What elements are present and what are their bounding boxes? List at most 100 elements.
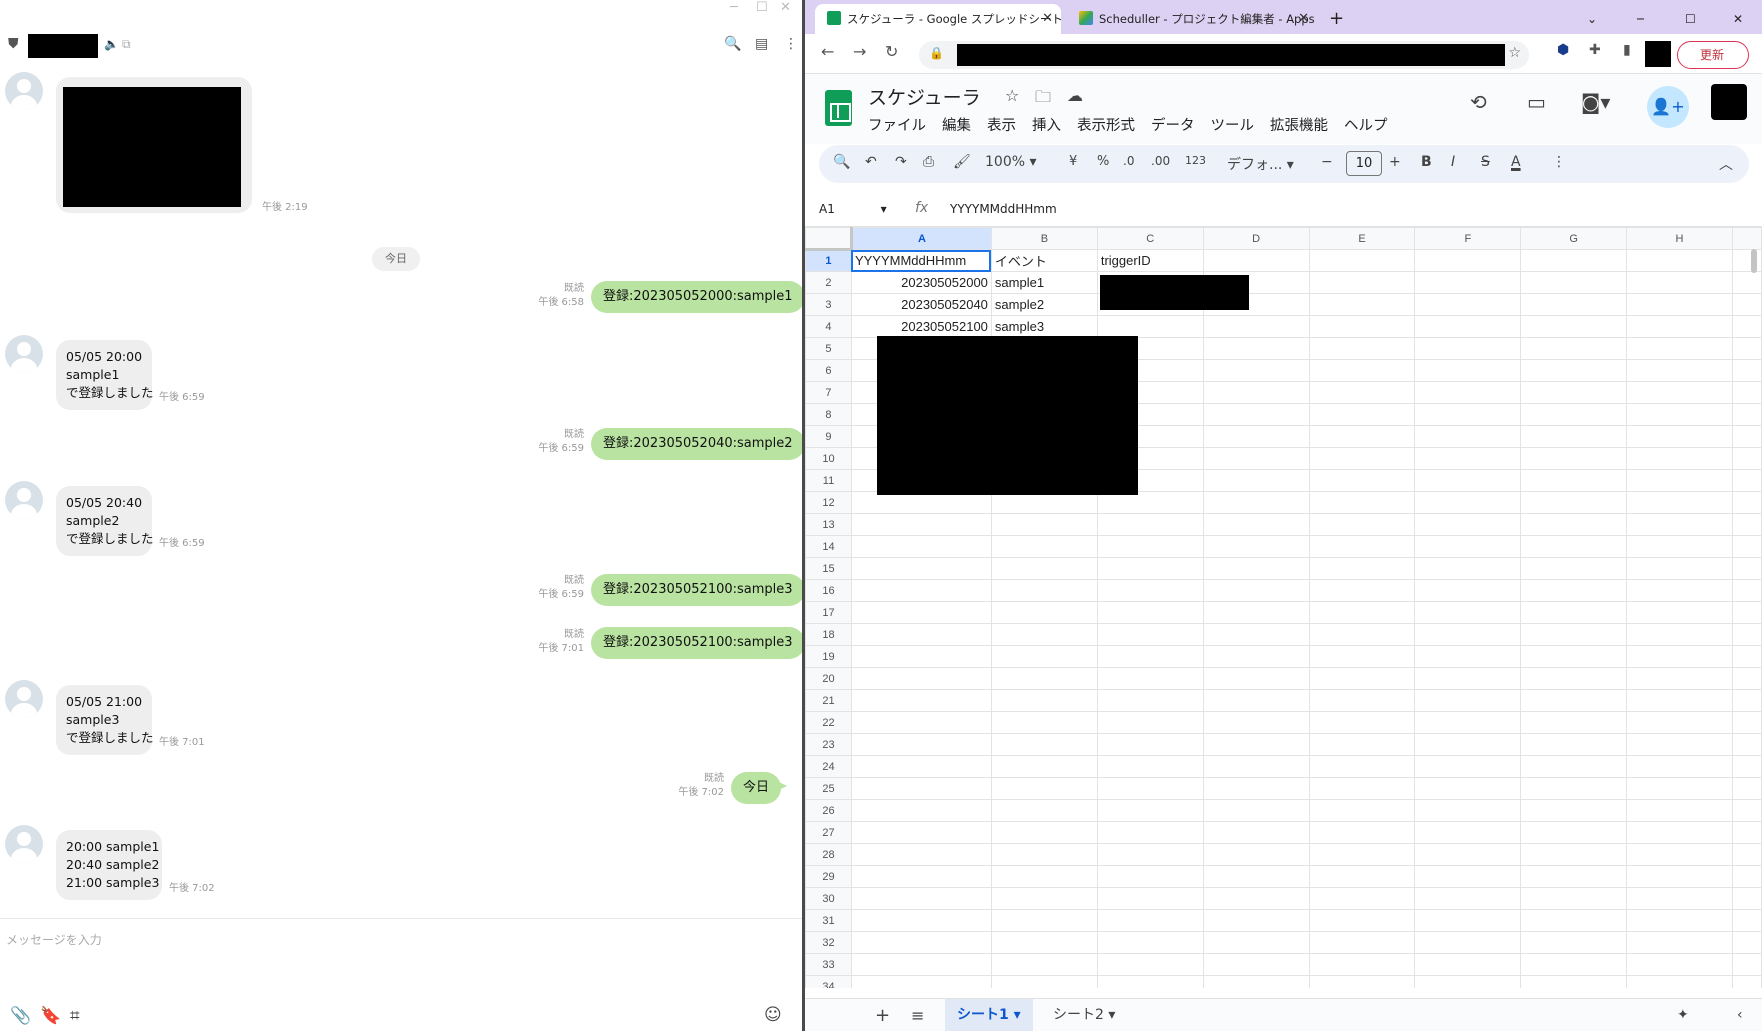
cell[interactable]: [1414, 843, 1522, 866]
cell[interactable]: [850, 601, 992, 624]
cell[interactable]: [1096, 931, 1204, 954]
cell[interactable]: [1414, 645, 1522, 668]
tab-spreadsheet[interactable]: スケジューラ - Google スプレッドシート ✕: [815, 4, 1061, 34]
extension-icon[interactable]: ⬢: [1557, 42, 1569, 58]
cell[interactable]: [1308, 601, 1416, 624]
cell[interactable]: [1731, 865, 1762, 888]
cell[interactable]: [1202, 623, 1310, 646]
cell[interactable]: [990, 887, 1098, 910]
cell[interactable]: [1414, 865, 1522, 888]
cloud-status-icon[interactable]: ☁: [1067, 86, 1083, 105]
cell[interactable]: [1308, 469, 1416, 492]
cell[interactable]: [990, 689, 1098, 712]
received-message[interactable]: 20:00 sample1 20:40 sample2 21:00 sample3: [56, 830, 162, 900]
cell[interactable]: [1414, 975, 1522, 988]
cell[interactable]: [1414, 777, 1522, 800]
cell[interactable]: [990, 733, 1098, 756]
row-header[interactable]: 22: [805, 711, 852, 734]
cell[interactable]: [1202, 381, 1310, 404]
cell[interactable]: [1414, 359, 1522, 382]
cell[interactable]: [1202, 667, 1310, 690]
font-select[interactable]: デフォ... ▾: [1227, 154, 1294, 174]
menu-edit[interactable]: 編集: [942, 114, 971, 135]
doc-title[interactable]: スケジューラ: [868, 83, 981, 110]
cell[interactable]: [1414, 667, 1522, 690]
cell[interactable]: [1731, 953, 1762, 976]
cell[interactable]: [1731, 249, 1762, 272]
cell[interactable]: [1308, 425, 1416, 448]
cell[interactable]: [1414, 557, 1522, 580]
row-header[interactable]: 13: [805, 513, 852, 536]
row-header[interactable]: 7: [805, 381, 852, 404]
cell[interactable]: [1626, 293, 1733, 316]
cell[interactable]: 202305052100: [850, 315, 992, 338]
cell[interactable]: [1731, 447, 1762, 470]
cell[interactable]: [1731, 711, 1762, 734]
cell[interactable]: [1096, 799, 1204, 822]
cell[interactable]: [1202, 821, 1310, 844]
cell[interactable]: [990, 579, 1098, 602]
cell[interactable]: [1414, 513, 1522, 536]
cell[interactable]: [1202, 953, 1310, 976]
cell[interactable]: イベント: [990, 249, 1098, 272]
cell[interactable]: sample3: [990, 315, 1098, 338]
cell[interactable]: [1308, 689, 1416, 712]
cell[interactable]: [1520, 447, 1628, 470]
cell[interactable]: [1520, 953, 1628, 976]
cell[interactable]: [1202, 425, 1310, 448]
cell[interactable]: [1096, 579, 1204, 602]
menu-insert[interactable]: 挿入: [1032, 114, 1061, 135]
cell[interactable]: [1626, 579, 1733, 602]
cell[interactable]: [1520, 579, 1628, 602]
comments-icon[interactable]: ▭: [1527, 90, 1546, 114]
cell[interactable]: [1731, 337, 1762, 360]
cell[interactable]: [1626, 975, 1733, 988]
row-header[interactable]: 31: [805, 909, 852, 932]
back-icon[interactable]: ←: [821, 42, 834, 61]
row-header[interactable]: 11: [805, 469, 852, 492]
minimize-icon[interactable]: ─: [1637, 4, 1644, 34]
cell[interactable]: [1626, 755, 1733, 778]
cell[interactable]: [1414, 711, 1522, 734]
close-tab-icon[interactable]: ✕: [1298, 4, 1309, 34]
cell[interactable]: [1414, 425, 1522, 448]
select-all-corner[interactable]: [805, 227, 853, 251]
cell[interactable]: [1520, 777, 1628, 800]
cell[interactable]: [990, 843, 1098, 866]
cell[interactable]: [1626, 469, 1733, 492]
row-header[interactable]: 20: [805, 667, 852, 690]
row-header[interactable]: 23: [805, 733, 852, 756]
row-header[interactable]: 18: [805, 623, 852, 646]
cell[interactable]: [1520, 315, 1628, 338]
cell[interactable]: 202305052000: [850, 271, 992, 294]
received-message[interactable]: 05/05 21:00 sample3 で登録しました: [56, 685, 154, 755]
row-header[interactable]: 24: [805, 755, 852, 778]
spreadsheet-grid[interactable]: ABCDEFGH 1 YYYYMMddHHmm イベント triggerID 2 2023…: [805, 227, 1762, 988]
explore-icon[interactable]: ✦: [1665, 999, 1701, 1031]
avatar[interactable]: [5, 680, 43, 718]
cell[interactable]: [1520, 601, 1628, 624]
cell[interactable]: [1202, 491, 1310, 514]
cell[interactable]: [850, 887, 992, 910]
row-header[interactable]: 4: [805, 315, 852, 338]
cell[interactable]: [1731, 579, 1762, 602]
cell[interactable]: [1308, 777, 1416, 800]
cell[interactable]: [1520, 689, 1628, 712]
cell[interactable]: [1096, 623, 1204, 646]
decrease-font-size-button[interactable]: −: [1321, 154, 1333, 170]
cell[interactable]: [1308, 821, 1416, 844]
cell[interactable]: [1308, 293, 1416, 316]
cell[interactable]: [1202, 645, 1310, 668]
cell[interactable]: [1731, 623, 1762, 646]
cell[interactable]: [1626, 425, 1733, 448]
more-options-icon[interactable]: ⋮: [1552, 154, 1566, 170]
cell[interactable]: [1626, 271, 1733, 294]
row-header[interactable]: 14: [805, 535, 852, 558]
cell[interactable]: [1096, 975, 1204, 988]
cell[interactable]: [1202, 887, 1310, 910]
row-header[interactable]: 25: [805, 777, 852, 800]
cell[interactable]: [1414, 447, 1522, 470]
cell[interactable]: [1308, 579, 1416, 602]
cell[interactable]: [850, 513, 992, 536]
cell[interactable]: [850, 733, 992, 756]
